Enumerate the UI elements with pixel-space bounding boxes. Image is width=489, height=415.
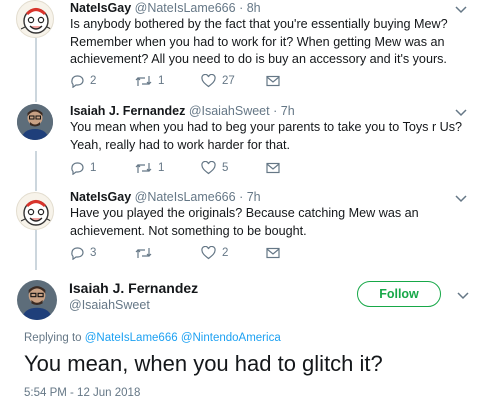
like-icon — [201, 246, 216, 260]
retweet-count: 1 — [158, 162, 165, 174]
tweet-header: NateIsGay @NateIsLame666 · 8h — [70, 1, 261, 15]
like-icon — [201, 161, 216, 175]
tweet-header: NateIsGay @NateIsLame666 · 7h — [70, 190, 261, 204]
author-name[interactable]: NateIsGay — [70, 190, 131, 204]
reply-count: 1 — [90, 162, 97, 174]
retweet-button[interactable]: 1 — [135, 73, 164, 89]
tweet-time[interactable]: 7h — [247, 190, 261, 204]
reply-icon — [71, 75, 84, 88]
caret-down-icon[interactable] — [455, 109, 467, 117]
author-name[interactable]: NateIsGay — [70, 1, 131, 15]
retweet-icon — [135, 76, 152, 86]
tweet[interactable]: NateIsGay @NateIsLame666 · 8h Is anybody… — [0, 0, 489, 96]
avatar[interactable] — [17, 104, 53, 140]
reply-button[interactable]: 1 — [70, 160, 96, 176]
author-handle[interactable]: @NateIsLame666 — [135, 190, 236, 204]
retweet-icon — [135, 163, 152, 173]
message-button[interactable] — [266, 160, 280, 176]
like-count: 5 — [222, 162, 229, 174]
tweet-actions: 3 2 — [70, 245, 330, 261]
mention-link[interactable]: @NintendoAmerica — [181, 332, 281, 344]
reply-icon — [71, 162, 84, 175]
like-button[interactable]: 2 — [201, 245, 228, 261]
main-tweet-timestamp[interactable]: 5:54 PM - 12 Jun 2018 — [24, 387, 140, 399]
replying-to: Replying to @NateIsLame666 @NintendoAmer… — [24, 332, 281, 344]
separator: · — [239, 1, 244, 15]
separator: · — [273, 104, 278, 118]
main-author-handle[interactable]: @IsaiahSweet — [69, 298, 150, 312]
author-handle[interactable]: @NateIsLame666 — [135, 1, 236, 15]
author-name[interactable]: Isaiah J. Fernandez — [70, 104, 185, 118]
tweet-time[interactable]: 8h — [247, 1, 261, 15]
reply-count: 2 — [90, 75, 97, 87]
tweet-text: Is anybody bothered by the fact that you… — [70, 17, 448, 66]
reply-button[interactable]: 2 — [70, 73, 96, 89]
main-author-name[interactable]: Isaiah J. Fernandez — [69, 280, 198, 296]
like-icon — [201, 74, 216, 88]
retweet-icon — [135, 248, 152, 258]
message-button[interactable] — [266, 73, 280, 89]
reply-count: 3 — [90, 247, 97, 259]
avatar[interactable] — [17, 280, 57, 320]
author-handle[interactable]: @IsaiahSweet — [189, 104, 270, 118]
message-icon — [266, 247, 280, 259]
message-icon — [266, 162, 280, 174]
reply-button[interactable]: 3 — [70, 245, 96, 261]
retweet-button[interactable] — [135, 245, 158, 261]
like-count: 27 — [222, 75, 235, 87]
follow-button[interactable]: Follow — [357, 281, 441, 307]
main-tweet-text: You mean, when you had to glitch it? — [24, 351, 383, 376]
tweet-header: Isaiah J. Fernandez @IsaiahSweet · 7h — [70, 104, 295, 118]
retweet-count: 1 — [158, 75, 165, 87]
caret-down-icon[interactable] — [457, 292, 469, 300]
message-button[interactable] — [266, 245, 280, 261]
tweet-text: Have you played the originals? Because c… — [70, 206, 419, 238]
mention-link[interactable]: @NateIsLame666 — [85, 332, 178, 344]
like-count: 2 — [222, 247, 229, 259]
separator: · — [239, 190, 244, 204]
retweet-button[interactable]: 1 — [135, 160, 164, 176]
like-button[interactable]: 5 — [201, 160, 228, 176]
tweet-actions: 2 1 27 — [70, 73, 330, 89]
caret-down-icon[interactable] — [455, 6, 467, 14]
tweet-text: You mean when you had to beg your parent… — [70, 120, 463, 152]
tweet-actions: 1 1 5 — [70, 160, 330, 176]
caret-down-icon[interactable] — [455, 195, 467, 203]
like-button[interactable]: 27 — [201, 73, 235, 89]
tweet[interactable]: NateIsGay @NateIsLame666 · 7h Have you p… — [0, 188, 489, 268]
tweet-time[interactable]: 7h — [281, 104, 295, 118]
tweet[interactable]: Isaiah J. Fernandez @IsaiahSweet · 7h Yo… — [0, 100, 489, 180]
main-tweet: Isaiah J. Fernandez @IsaiahSweet Follow … — [0, 270, 489, 415]
avatar[interactable] — [16, 0, 54, 38]
avatar[interactable] — [16, 192, 54, 230]
message-icon — [266, 75, 280, 87]
reply-icon — [71, 247, 84, 260]
replying-to-label: Replying to — [24, 332, 82, 344]
